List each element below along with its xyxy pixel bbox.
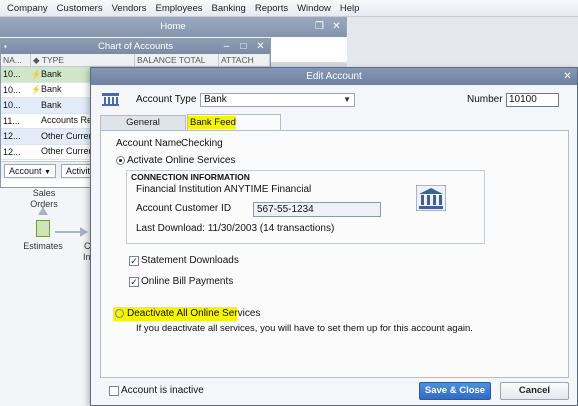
home-side-panel (270, 37, 347, 62)
financial-institution-label: Financial Institution (136, 184, 222, 195)
menu-window[interactable]: Window (297, 3, 331, 14)
statement-downloads-checkbox[interactable]: ✓ (129, 256, 139, 266)
account-menu-button[interactable]: Account ▼ (4, 163, 56, 178)
close-icon[interactable]: ✕ (562, 70, 573, 83)
row-type: Other Curren (41, 130, 94, 141)
col-balance[interactable]: BALANCE TOTAL (135, 54, 219, 66)
row-name: 10... (3, 69, 21, 79)
bank-feed-panel (100, 130, 569, 378)
menu-vendors[interactable]: Vendors (112, 3, 147, 14)
menu-employees[interactable]: Employees (155, 3, 202, 14)
account-name-value: Checking (181, 138, 223, 149)
last-download-text: Last Download: 11/30/2003 (14 transactio… (136, 223, 335, 234)
online-bolt-icon: ⚡ (31, 69, 41, 79)
bank-type-icon (102, 93, 119, 106)
row-name: 10... (3, 84, 21, 95)
financial-institution-value: ANYTIME Financial (224, 184, 312, 195)
account-name-label: Account Name (116, 138, 182, 149)
row-type: Other Curren (41, 146, 94, 156)
online-bolt-icon: ⚡ (31, 85, 41, 94)
close-icon[interactable]: ✕ (331, 20, 342, 33)
row-name: 10... (3, 100, 21, 110)
number-label: Number (467, 94, 503, 105)
edit-account-dialog: Edit Account ✕ Account Type Bank ▼ Numbe… (90, 67, 578, 406)
row-name: 11... (3, 115, 20, 126)
connection-header: CONNECTION INFORMATION (131, 172, 250, 182)
number-field[interactable]: 10100 (506, 93, 559, 107)
activate-online-label[interactable]: Activate Online Services (127, 155, 235, 166)
chevron-down-icon: ▼ (343, 95, 351, 104)
home-workflow: Sales Orders Estimates C In (0, 177, 90, 297)
restore-icon[interactable]: ❐ (314, 20, 325, 33)
tab-general[interactable]: General (100, 115, 186, 130)
cancel-button[interactable]: Cancel (500, 382, 569, 400)
col-attach[interactable]: ATTACH (219, 54, 270, 66)
coa-title-bar: ▪ Chart of Accounts – □ ✕ (1, 39, 270, 54)
col-name[interactable]: NA... (1, 54, 31, 66)
sales-orders-label[interactable]: Sales Orders (22, 188, 66, 210)
coa-menu-icon[interactable]: ▪ (4, 39, 7, 54)
tab-bank-feed-settings[interactable]: Bank Feed Settings (187, 114, 281, 144)
activate-online-radio[interactable] (116, 156, 125, 165)
bank-logo-icon (416, 185, 446, 211)
row-type: Bank (41, 84, 62, 94)
row-type: Bank (41, 99, 62, 110)
deactivate-online-radio[interactable] (115, 309, 124, 318)
online-bill-payments-label[interactable]: Online Bill Payments (141, 276, 233, 287)
account-inactive-checkbox[interactable] (109, 386, 119, 396)
account-inactive-label[interactable]: Account is inactive (121, 385, 204, 396)
menu-company[interactable]: Company (7, 3, 48, 14)
deactivate-note: If you deactivate all services, you will… (136, 323, 473, 334)
row-name: 12... (3, 131, 21, 141)
statement-downloads-label[interactable]: Statement Downloads (141, 255, 239, 266)
home-title-bar: Home ❐ ✕ (0, 17, 346, 37)
customer-id-label: Account Customer ID (136, 203, 232, 214)
account-type-value: Bank (204, 94, 227, 105)
deactivate-online-label[interactable]: Deactivate All Online Services (127, 308, 260, 319)
menu-reports[interactable]: Reports (255, 3, 288, 14)
coa-column-headers: NA... ◆ TYPE BALANCE TOTAL ATTACH (1, 54, 270, 67)
home-title: Home (160, 21, 186, 32)
minimize-icon[interactable]: – (221, 40, 232, 53)
row-type: Accounts Re (41, 115, 93, 125)
coa-title: Chart of Accounts (98, 41, 173, 52)
chevron-down-icon: ▼ (44, 168, 51, 176)
account-type-select[interactable]: Bank ▼ (200, 93, 355, 107)
dialog-title-bar: Edit Account ✕ (91, 68, 577, 85)
col-type[interactable]: ◆ TYPE (31, 54, 135, 66)
menu-help[interactable]: Help (340, 3, 360, 14)
row-name: 12... (3, 146, 21, 157)
online-col-icon: ◆ (33, 55, 42, 65)
estimates-label[interactable]: Estimates (20, 241, 66, 251)
menu-banking[interactable]: Banking (211, 3, 245, 14)
menu-customers[interactable]: Customers (57, 3, 103, 14)
customer-id-field[interactable]: 567-55-1234 (253, 202, 381, 217)
dialog-title: Edit Account (306, 71, 362, 82)
row-type: Bank (41, 68, 62, 79)
save-close-button[interactable]: Save & Close (419, 382, 491, 400)
maximize-icon[interactable]: □ (238, 40, 249, 53)
estimates-icon[interactable] (36, 220, 50, 237)
menu-bar: Company Customers Vendors Employees Bank… (0, 0, 578, 17)
account-type-label: Account Type (136, 94, 197, 105)
close-icon[interactable]: ✕ (255, 40, 266, 53)
online-bill-payments-checkbox[interactable]: ✓ (129, 277, 139, 287)
